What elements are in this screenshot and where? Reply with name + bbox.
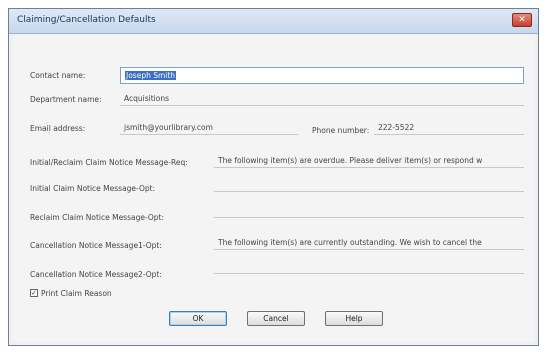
phone-number-label: Phone number: — [312, 126, 370, 135]
cancellation-msg1-field[interactable]: The following item(s) are currently outs… — [214, 236, 524, 250]
claiming-cancellation-dialog: Claiming/Cancellation Defaults ✕ Contact… — [8, 8, 539, 346]
close-button[interactable]: ✕ — [512, 13, 532, 27]
help-button[interactable]: Help — [325, 311, 383, 326]
initial-claim-opt-field[interactable] — [214, 178, 524, 192]
cancellation-msg2-field[interactable] — [214, 260, 524, 274]
checkmark-icon: ✓ — [31, 289, 37, 297]
contact-name-input[interactable]: Joseph Smith — [120, 67, 524, 84]
close-icon: ✕ — [518, 15, 526, 25]
contact-name-label: Contact name: — [30, 71, 86, 80]
cancellation-msg2-label: Cancellation Notice Message2-Opt: — [30, 270, 162, 279]
cancellation-msg1-label: Cancellation Notice Message1-Opt: — [30, 241, 162, 250]
department-name-field[interactable]: Acquisitions — [120, 92, 524, 106]
initial-reclaim-req-field[interactable]: The following item(s) are overdue. Pleas… — [214, 154, 524, 168]
dialog-body: Contact name: Joseph Smith Department na… — [12, 35, 535, 342]
phone-number-field[interactable]: 222-5522 — [374, 121, 524, 135]
department-name-label: Department name: — [30, 95, 102, 104]
reclaim-claim-opt-field[interactable] — [214, 204, 524, 218]
window-title: Claiming/Cancellation Defaults — [17, 15, 156, 25]
cancel-button[interactable]: Cancel — [247, 311, 305, 326]
initial-claim-opt-label: Initial Claim Notice Message-Opt: — [30, 184, 156, 193]
contact-name-value: Joseph Smith — [125, 71, 177, 80]
print-claim-reason-label: Print Claim Reason — [41, 289, 112, 298]
ok-button[interactable]: OK — [169, 311, 227, 326]
email-address-field[interactable]: jsmith@yourlibrary.com — [120, 121, 298, 135]
initial-reclaim-req-label: Initial/Reclaim Claim Notice Message-Req… — [30, 158, 188, 167]
email-address-label: Email address: — [30, 124, 86, 133]
reclaim-claim-opt-label: Reclaim Claim Notice Message-Opt: — [30, 213, 165, 222]
print-claim-reason-checkbox[interactable]: ✓ — [30, 289, 38, 297]
title-bar[interactable]: Claiming/Cancellation Defaults ✕ — [9, 9, 538, 34]
